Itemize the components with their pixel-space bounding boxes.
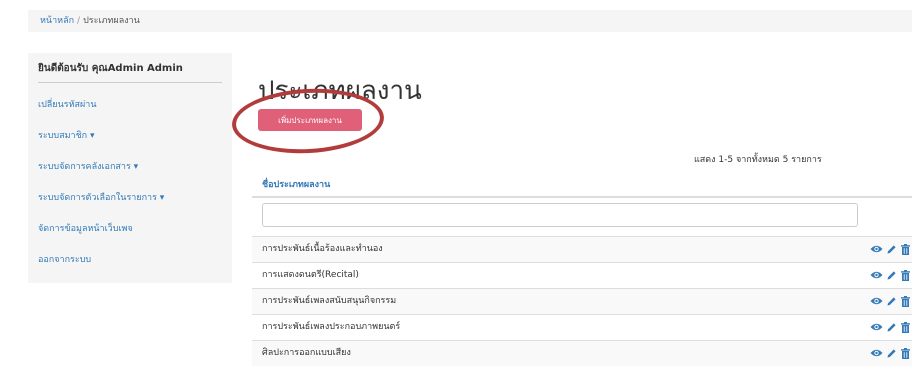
trash-icon[interactable]: [901, 348, 910, 359]
eye-icon[interactable]: [870, 244, 883, 254]
breadcrumb-current: ประเภทผลงาน: [83, 16, 140, 26]
filter-input[interactable]: [262, 203, 858, 227]
add-work-type-button[interactable]: เพิ่มประเภทผลงาน: [258, 109, 362, 131]
sidebar-item-webpage[interactable]: จัดการข้อมูลหน้าเว็บเพจ: [38, 221, 133, 235]
trash-icon[interactable]: [901, 322, 910, 333]
breadcrumb-home-link[interactable]: หน้าหลัก: [40, 16, 74, 26]
table-row: การประพันธ์เพลงประกอบภาพยนตร์: [252, 314, 912, 340]
pencil-icon[interactable]: [886, 270, 897, 281]
pencil-icon[interactable]: [886, 348, 897, 359]
table-row: ศิลปะการออกแบบเสียง: [252, 340, 912, 366]
table-row: การประพันธ์เพลงสนับสนุนกิจกรรม: [252, 288, 912, 314]
eye-icon[interactable]: [870, 348, 883, 358]
row-name: การประพันธ์เพลงประกอบภาพยนตร์: [262, 322, 401, 332]
breadcrumb-separator: /: [77, 16, 81, 26]
result-summary: แสดง 1-5 จากทั้งหมด 5 รายการ: [694, 155, 822, 165]
eye-icon[interactable]: [870, 322, 883, 332]
row-name: ศิลปะการออกแบบเสียง: [262, 348, 351, 358]
eye-icon[interactable]: [870, 296, 883, 306]
table-row: การประพันธ์เนื้อร้องและทำนอง: [252, 236, 912, 262]
trash-icon[interactable]: [901, 244, 910, 255]
sidebar-item-members[interactable]: ระบบสมาชิก ▾: [38, 128, 95, 142]
sidebar-welcome: ยินดีต้อนรับ คุณAdmin Admin: [38, 61, 222, 83]
row-name: การแสดงดนตรี(Recital): [262, 270, 359, 280]
table-row: การแสดงดนตรี(Recital): [252, 262, 912, 288]
trash-icon[interactable]: [901, 270, 910, 281]
trash-icon[interactable]: [901, 296, 910, 307]
row-name: การประพันธ์เพลงสนับสนุนกิจกรรม: [262, 296, 397, 306]
sidebar-item-documents[interactable]: ระบบจัดการคลังเอกสาร ▾: [38, 159, 138, 173]
pencil-icon[interactable]: [886, 296, 897, 307]
eye-icon[interactable]: [870, 270, 883, 280]
pencil-icon[interactable]: [886, 322, 897, 333]
sidebar-item-logout[interactable]: ออกจากระบบ: [38, 252, 91, 266]
sidebar: ยินดีต้อนรับ คุณAdmin Admin เปลี่ยนรหัสผ…: [28, 53, 232, 283]
column-header-name[interactable]: ชื่อประเภทผลงาน: [262, 177, 330, 191]
page-title: ประเภทผลงาน: [258, 76, 422, 106]
sidebar-item-change-password[interactable]: เปลี่ยนรหัสผ่าน: [38, 97, 96, 111]
header-divider: [252, 196, 912, 198]
breadcrumb: หน้าหลัก / ประเภทผลงาน: [28, 10, 912, 32]
row-name: การประพันธ์เนื้อร้องและทำนอง: [262, 244, 383, 254]
sidebar-item-options[interactable]: ระบบจัดการตัวเลือกในรายการ ▾: [38, 190, 164, 204]
pencil-icon[interactable]: [886, 244, 897, 255]
